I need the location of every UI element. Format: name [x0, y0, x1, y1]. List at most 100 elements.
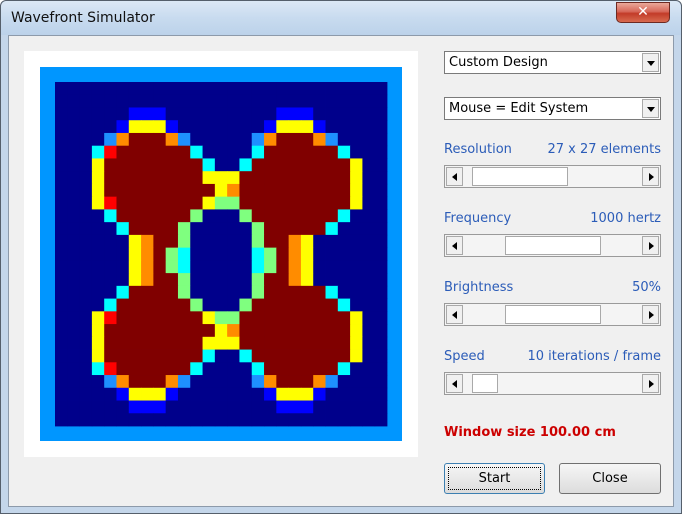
grid-cell[interactable]	[276, 324, 290, 338]
grid-cell[interactable]	[350, 82, 363, 96]
grid-cell[interactable]	[55, 413, 68, 427]
grid-cell[interactable]	[276, 209, 290, 223]
grid-cell[interactable]	[55, 132, 68, 147]
grid-cell[interactable]	[337, 387, 351, 401]
design-select[interactable]: Custom Design	[444, 51, 661, 74]
grid-cell[interactable]	[300, 311, 314, 325]
grid-cell[interactable]	[79, 120, 93, 134]
grid-cell[interactable]	[55, 387, 68, 401]
grid-cell[interactable]	[202, 273, 216, 287]
grid-cell[interactable]	[128, 375, 142, 389]
grid-cell[interactable]	[251, 183, 265, 198]
grid-cell[interactable]	[337, 158, 351, 172]
grid-cell[interactable]	[79, 362, 93, 376]
grid-cell[interactable]	[67, 247, 80, 261]
grid-cell[interactable]	[153, 349, 167, 363]
grid-cell[interactable]	[177, 196, 191, 210]
grid-cell[interactable]	[190, 209, 203, 223]
grid-cell[interactable]	[337, 82, 351, 96]
grid-cell[interactable]	[239, 362, 253, 376]
grid-cell[interactable]	[165, 324, 179, 338]
grid-cell[interactable]	[362, 209, 376, 223]
speed-scroll-left-button[interactable]	[446, 374, 463, 393]
grid-cell[interactable]	[177, 260, 191, 274]
grid-cell[interactable]	[325, 349, 339, 363]
grid-cell[interactable]	[374, 94, 388, 108]
grid-cell[interactable]	[104, 171, 117, 185]
grid-cell[interactable]	[264, 183, 277, 198]
grid-cell[interactable]	[239, 336, 253, 350]
grid-cell[interactable]	[300, 349, 314, 363]
grid-cell[interactable]	[190, 362, 203, 376]
grid-cell[interactable]	[374, 196, 388, 210]
grid-cell[interactable]	[67, 273, 80, 287]
grid-cell[interactable]	[325, 413, 339, 427]
grid-cell[interactable]	[251, 82, 265, 96]
grid-cell[interactable]	[350, 375, 363, 389]
grid-cell[interactable]	[141, 234, 154, 249]
grid-cell[interactable]	[374, 234, 388, 249]
grid-cell[interactable]	[276, 120, 290, 134]
grid-cell[interactable]	[116, 94, 130, 108]
grid-cell[interactable]	[177, 183, 191, 198]
grid-cell[interactable]	[313, 260, 326, 274]
grid-cell[interactable]	[350, 273, 363, 287]
grid-cell[interactable]	[79, 298, 93, 312]
grid-cell[interactable]	[374, 298, 388, 312]
grid-cell[interactable]	[288, 247, 302, 261]
grid-cell[interactable]	[67, 349, 80, 363]
grid-cell[interactable]	[79, 285, 93, 299]
grid-cell[interactable]	[251, 158, 265, 172]
grid-cell[interactable]	[67, 196, 80, 210]
grid-cell[interactable]	[214, 94, 228, 108]
grid-cell[interactable]	[104, 107, 117, 121]
grid-cell[interactable]	[350, 260, 363, 274]
grid-cell[interactable]	[251, 234, 265, 249]
grid-cell[interactable]	[104, 413, 117, 427]
speed-scroll-right-button[interactable]	[642, 374, 659, 393]
grid-cell[interactable]	[300, 260, 314, 274]
grid-cell[interactable]	[116, 311, 130, 325]
grid-cell[interactable]	[141, 94, 154, 108]
grid-cell[interactable]	[227, 375, 240, 389]
grid-cell[interactable]	[128, 247, 142, 261]
grid-cell[interactable]	[251, 324, 265, 338]
grid-cell[interactable]	[79, 336, 93, 350]
grid-cell[interactable]	[350, 120, 363, 134]
grid-cell[interactable]	[128, 120, 142, 134]
grid-cell[interactable]	[276, 158, 290, 172]
grid-cell[interactable]	[313, 234, 326, 249]
grid-cell[interactable]	[227, 94, 240, 108]
frequency-scroll-right-button[interactable]	[642, 236, 659, 255]
grid-cell[interactable]	[350, 209, 363, 223]
grid-cell[interactable]	[202, 196, 216, 210]
grid-cell[interactable]	[141, 362, 154, 376]
grid-cell[interactable]	[214, 247, 228, 261]
grid-cell[interactable]	[337, 285, 351, 299]
grid-cell[interactable]	[128, 260, 142, 274]
grid-cell[interactable]	[362, 273, 376, 287]
grid-cell[interactable]	[67, 324, 80, 338]
grid-cell[interactable]	[79, 107, 93, 121]
grid-cell[interactable]	[91, 222, 105, 236]
grid-cell[interactable]	[288, 171, 302, 185]
grid-cell[interactable]	[227, 311, 240, 325]
grid-cell[interactable]	[362, 349, 376, 363]
grid-cell[interactable]	[251, 247, 265, 261]
grid-cell[interactable]	[55, 285, 68, 299]
grid-cell[interactable]	[300, 375, 314, 389]
grid-cell[interactable]	[214, 298, 228, 312]
grid-cell[interactable]	[91, 247, 105, 261]
grid-cell[interactable]	[214, 158, 228, 172]
grid-cell[interactable]	[276, 413, 290, 427]
grid-cell[interactable]	[79, 273, 93, 287]
grid-cell[interactable]	[67, 94, 80, 108]
grid-cell[interactable]	[55, 158, 68, 172]
grid-cell[interactable]	[214, 107, 228, 121]
grid-cell[interactable]	[79, 387, 93, 401]
grid-cell[interactable]	[190, 132, 203, 147]
grid-cell[interactable]	[325, 247, 339, 261]
grid-cell[interactable]	[153, 158, 167, 172]
grid-cell[interactable]	[239, 349, 253, 363]
grid-cell[interactable]	[153, 413, 167, 427]
